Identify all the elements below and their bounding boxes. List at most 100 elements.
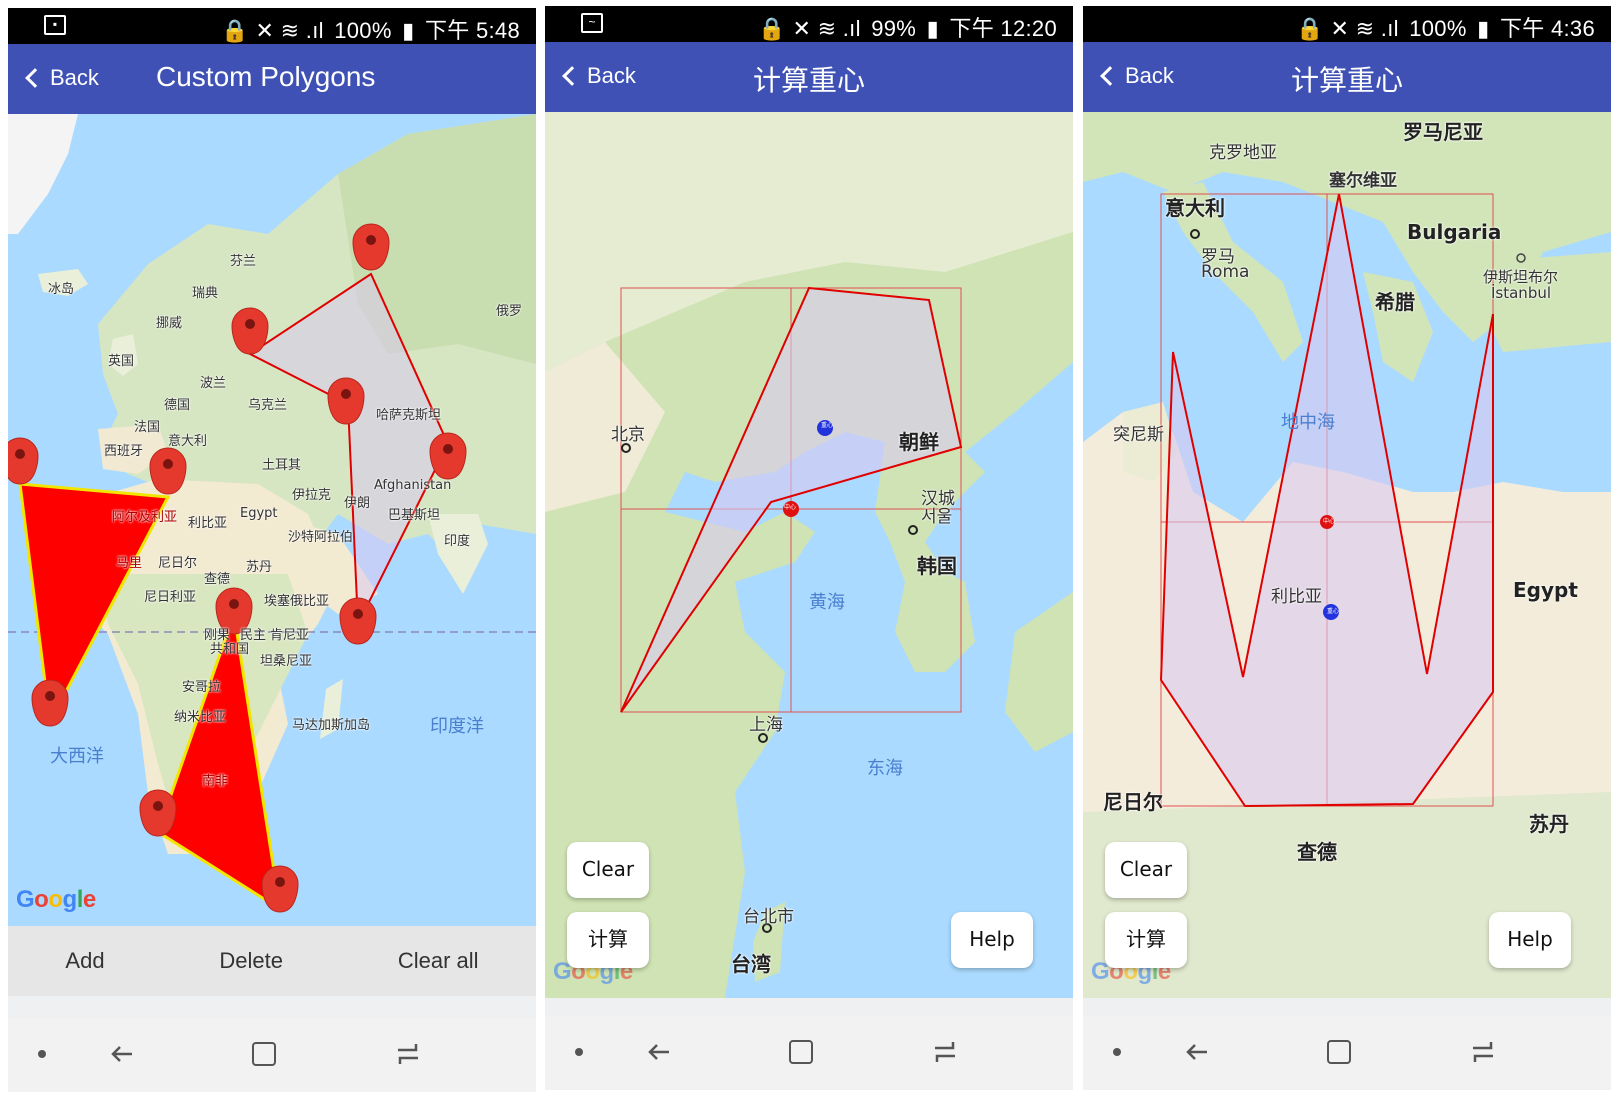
nav-dot-icon[interactable] <box>1113 1048 1121 1056</box>
nav-recent-icon[interactable] <box>931 1038 959 1066</box>
clock: 下午 5:48 <box>424 18 520 43</box>
clear-button[interactable]: Clear <box>567 842 649 898</box>
action-bar: Add Delete Clear all <box>8 926 536 996</box>
clear-all-button[interactable]: Clear all <box>378 940 499 982</box>
battery-level: 100% <box>1409 16 1467 41</box>
map-marker[interactable] <box>149 447 187 495</box>
map-label: 挪威 <box>156 316 183 331</box>
map-label: 苏丹 <box>246 560 273 575</box>
nav-home-icon[interactable] <box>789 1040 813 1064</box>
map-label: 沙特阿拉伯 <box>288 530 354 545</box>
map-label: 伊拉克 <box>292 488 332 503</box>
gallery-icon: ▪ <box>44 15 66 35</box>
battery-icon: ▮ <box>1477 16 1490 41</box>
map-label: 上海 <box>749 715 783 735</box>
map-label: 尼日利亚 <box>144 590 197 605</box>
map-label: 俄罗 <box>496 304 523 319</box>
google-logo: Google <box>16 886 96 913</box>
center-label: 重心 <box>821 422 834 429</box>
map-label: 利比亚 <box>1271 587 1322 607</box>
map-label: Roma <box>1201 262 1250 282</box>
map-label: 尼日尔 <box>1103 790 1163 814</box>
android-nav-bar <box>8 1018 536 1092</box>
map-label: 黄海 <box>809 592 845 613</box>
page-title: 计算重心 <box>752 65 865 96</box>
map-label: 突尼斯 <box>1113 425 1164 445</box>
battery-level: 100% <box>334 18 392 43</box>
map-label: 东海 <box>867 758 903 779</box>
map-label: 乌克兰 <box>248 398 288 413</box>
centroid-label: 中心 <box>1323 518 1336 525</box>
nav-home-icon[interactable] <box>1327 1040 1351 1064</box>
help-button[interactable]: Help <box>951 912 1033 968</box>
map-label: 英国 <box>108 354 135 369</box>
nav-recent-icon[interactable] <box>394 1040 422 1068</box>
help-button[interactable]: Help <box>1489 912 1571 968</box>
map-label: 法国 <box>134 420 161 435</box>
map-label: 冰岛 <box>48 282 75 297</box>
map-label: 埃塞俄比亚 <box>264 594 330 609</box>
map-label: 瑞典 <box>192 286 219 301</box>
map-marker[interactable] <box>327 377 365 425</box>
map-label: 波兰 <box>200 376 227 391</box>
map-label: İstanbul <box>1491 284 1552 302</box>
nav-back-icon[interactable] <box>647 1040 671 1064</box>
chevron-left-icon <box>25 68 45 88</box>
map-label: 印度洋 <box>430 716 484 737</box>
nav-dot-icon[interactable] <box>575 1048 583 1056</box>
map-label: 서울 <box>921 507 953 527</box>
map-label: 地中海 <box>1281 412 1335 433</box>
map-label: 马里 <box>116 556 143 571</box>
nav-dot-icon[interactable] <box>38 1050 46 1058</box>
map-marker[interactable] <box>231 307 269 355</box>
map-label: 马达加斯加岛 <box>292 718 371 733</box>
map-label: 共和国 <box>210 642 250 657</box>
map-label: 尼日尔 <box>158 556 198 571</box>
status-bar: ~ 🔒 ✕ ≋ .ıl 99% ▮ 下午 12:20 <box>545 6 1073 42</box>
nav-recent-icon[interactable] <box>1469 1038 1497 1066</box>
clock: 下午 4:36 <box>1499 16 1595 41</box>
delete-button[interactable]: Delete <box>199 940 303 982</box>
android-nav-bar <box>545 1016 1073 1090</box>
status-bar: 🔒 ✕ ≋ .ıl 100% ▮ 下午 4:36 <box>1083 6 1611 42</box>
map-label: Bulgaria <box>1407 220 1502 244</box>
status-icons: 🔒 ✕ ≋ .ıl <box>221 18 324 43</box>
nav-back-icon[interactable] <box>110 1042 134 1066</box>
map-label: 北京 <box>611 425 645 445</box>
map-label: 伊朗 <box>344 496 371 511</box>
phone-screen-centroid-korea: ~ 🔒 ✕ ≋ .ıl 99% ▮ 下午 12:20 Back 计算重心 重心 … <box>545 6 1073 1090</box>
nav-back-icon[interactable] <box>1185 1040 1209 1064</box>
nav-home-icon[interactable] <box>252 1042 276 1066</box>
map-view[interactable]: 冰岛 芬兰 瑞典 挪威 俄罗 英国 波兰 德国 乌克兰 法国 意大利 哈萨克斯坦… <box>8 114 536 926</box>
phone-screen-centroid-mediterranean: 🔒 ✕ ≋ .ıl 100% ▮ 下午 4:36 Back 计算重心 中心 重心… <box>1083 6 1611 1090</box>
compute-button[interactable]: 计算 <box>1105 912 1187 968</box>
map-marker[interactable] <box>139 789 177 837</box>
activity-icon: ~ <box>581 13 603 33</box>
battery-icon: ▮ <box>402 18 415 43</box>
map-label: 意大利 <box>1165 196 1225 220</box>
map-label: 利比亚 <box>188 516 228 531</box>
map-marker[interactable] <box>31 679 69 727</box>
app-bar: Back 计算重心 <box>545 42 1073 112</box>
map-label: 大西洋 <box>50 746 104 767</box>
status-icons: 🔒 ✕ ≋ .ıl <box>1296 16 1399 41</box>
map-marker[interactable] <box>429 432 467 480</box>
map-marker[interactable] <box>261 865 299 913</box>
map-label: 印度 <box>444 534 471 549</box>
map-marker[interactable] <box>339 597 377 645</box>
phone-screen-custom-polygons: ▪ 🔒 ✕ ≋ .ıl 100% ▮ 下午 5:48 Back Custom P… <box>8 8 536 1092</box>
map-marker[interactable] <box>352 223 390 271</box>
map-label: 德国 <box>164 398 191 413</box>
back-button[interactable]: Back <box>24 65 99 91</box>
clear-button[interactable]: Clear <box>1105 842 1187 898</box>
status-icons: 🔒 ✕ ≋ .ıl <box>758 16 861 41</box>
map-label: 希腊 <box>1375 290 1415 314</box>
add-button[interactable]: Add <box>45 940 124 982</box>
map-label: 肯尼亚 <box>270 628 310 643</box>
compute-button[interactable]: 计算 <box>567 912 649 968</box>
map-label: 西班牙 <box>104 444 144 459</box>
map-label: 朝鲜 <box>899 430 939 454</box>
status-bar: ▪ 🔒 ✕ ≋ .ıl 100% ▮ 下午 5:48 <box>8 8 536 44</box>
map-label: 纳米比亚 <box>174 710 227 725</box>
map-label: 罗马尼亚 <box>1403 120 1483 144</box>
